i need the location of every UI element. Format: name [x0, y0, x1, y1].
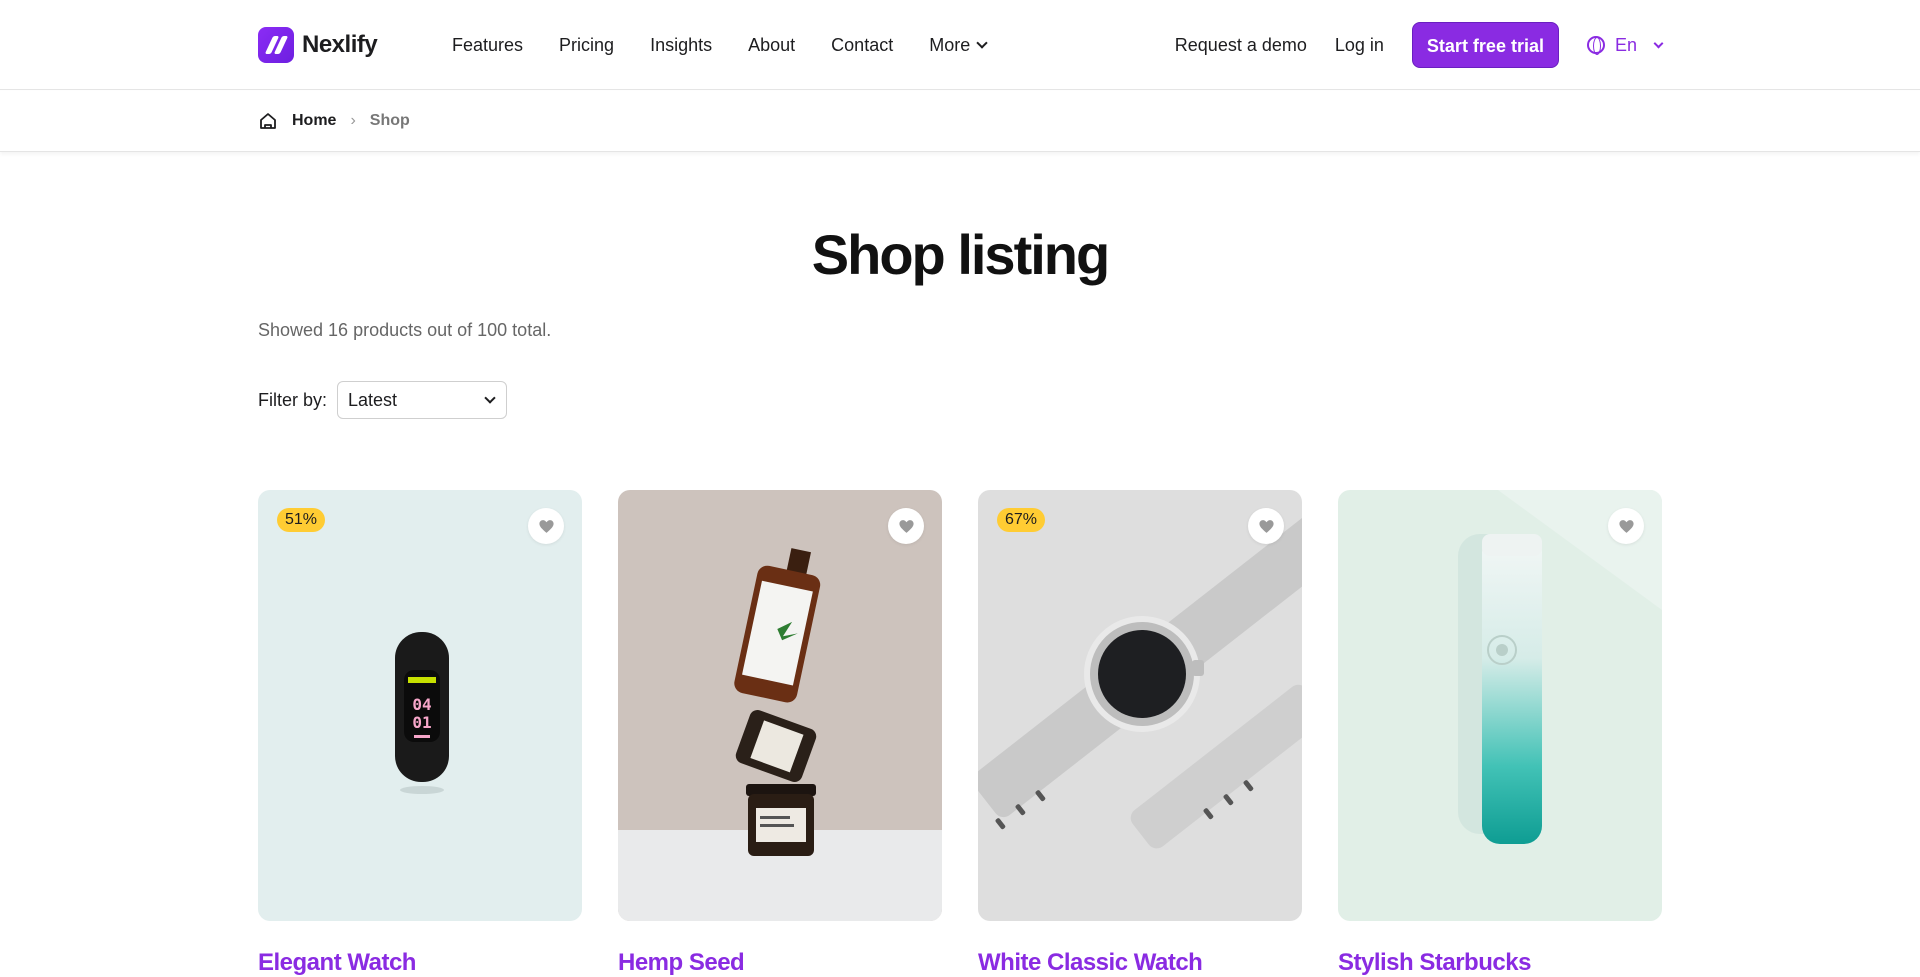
language-label: En — [1614, 34, 1637, 55]
white-watch-image — [978, 490, 1302, 849]
starbucks-tumbler-image — [1458, 490, 1662, 844]
nav-link-pricing[interactable]: Pricing — [559, 35, 614, 56]
start-free-trial-button[interactable]: Start free trial — [1411, 22, 1559, 68]
favorite-heart-icon[interactable] — [1608, 508, 1644, 544]
request-demo-link[interactable]: Request a demo — [1175, 35, 1307, 56]
favorite-heart-icon[interactable] — [1248, 508, 1284, 544]
product-title[interactable]: White Classic Watch — [978, 949, 1302, 977]
nav-link-features[interactable]: Features — [452, 35, 523, 56]
top-navbar: Nexlify Features Pricing Insights About … — [0, 0, 1920, 90]
home-icon[interactable] — [258, 111, 278, 131]
product-card[interactable]: 04 01 51% Elegant Watch — [258, 490, 582, 977]
svg-text:01: 01 — [412, 713, 431, 732]
brand[interactable]: Nexlify — [258, 27, 452, 63]
discount-badge: 67% — [997, 508, 1046, 532]
nav-link-more-label: More — [929, 34, 971, 55]
nav-link-more[interactable]: More — [929, 34, 988, 56]
nav-link-about[interactable]: About — [748, 35, 795, 56]
breadcrumb-bar: Home › Shop — [0, 91, 1920, 152]
product-image[interactable] — [1338, 490, 1662, 921]
result-count: Showed 16 products out of 100 total. — [258, 320, 552, 340]
filter-label: Filter by: — [258, 389, 328, 410]
chevron-down-icon — [1653, 38, 1664, 48]
favorite-heart-icon[interactable] — [528, 508, 564, 544]
product-card[interactable]: 67% White Classic Watch — [978, 490, 1302, 977]
fitness-band-image: 04 01 — [395, 632, 449, 794]
nav-link-contact[interactable]: Contact — [831, 35, 893, 56]
product-grid: 04 01 51% Elegant Watch Hemp Seed 67% Wh… — [258, 490, 1662, 977]
breadcrumb-home[interactable]: Home — [292, 112, 336, 130]
product-image[interactable]: 04 01 51% — [258, 490, 582, 921]
breadcrumb: Home › Shop — [258, 91, 410, 151]
favorite-heart-icon[interactable] — [888, 508, 924, 544]
product-title[interactable]: Elegant Watch — [258, 949, 582, 977]
chevron-right-icon: › — [350, 112, 356, 129]
product-card[interactable]: Hemp Seed — [618, 490, 942, 977]
filter-select[interactable]: Latest — [337, 381, 508, 419]
hemp-seed-bottles-image — [618, 548, 942, 921]
language-selector[interactable]: En — [1586, 34, 1664, 56]
chevron-down-icon — [976, 37, 988, 49]
brand-logo-icon — [258, 27, 294, 63]
login-link[interactable]: Log in — [1335, 35, 1384, 56]
nav-right: Request a demo Log in Start free trial E… — [1175, 22, 1664, 68]
filter: Filter by: Latest — [258, 381, 508, 419]
globe-icon — [1586, 36, 1605, 55]
chevron-down-icon — [484, 392, 496, 404]
navbar-inner: Nexlify Features Pricing Insights About … — [258, 0, 1664, 90]
product-title[interactable]: Hemp Seed — [618, 949, 942, 977]
filter-select-value: Latest — [348, 389, 398, 410]
page-title: Shop listing — [811, 223, 1110, 286]
product-title[interactable]: Stylish Starbucks — [1338, 949, 1662, 977]
product-image[interactable] — [618, 490, 942, 921]
product-image[interactable]: 67% — [978, 490, 1302, 921]
breadcrumb-current: Shop — [369, 112, 410, 129]
discount-badge: 51% — [277, 508, 326, 532]
brand-name: Nexlify — [302, 31, 378, 58]
main-nav: Features Pricing Insights About Contact … — [452, 34, 988, 56]
nav-link-insights[interactable]: Insights — [650, 35, 712, 56]
svg-text:04: 04 — [412, 695, 431, 714]
product-card[interactable]: Stylish Starbucks — [1338, 490, 1662, 977]
